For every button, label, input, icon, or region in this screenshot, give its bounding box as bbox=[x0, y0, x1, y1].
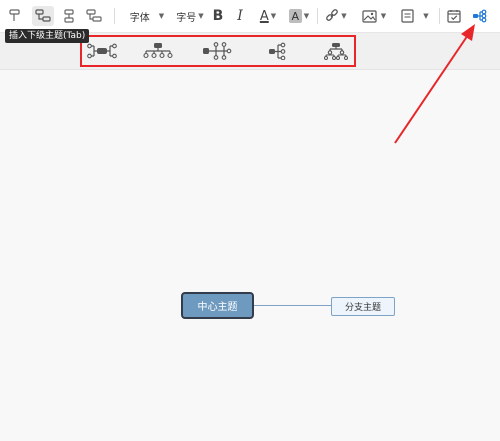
italic-button[interactable]: I bbox=[234, 6, 246, 26]
task-check-icon bbox=[447, 10, 461, 23]
task-button[interactable] bbox=[446, 6, 462, 26]
insert-subtopic-icon bbox=[35, 9, 51, 22]
highlight-color-button[interactable]: A ▼ bbox=[286, 6, 312, 26]
bold-icon: B bbox=[212, 8, 224, 24]
layout-options-highlight bbox=[80, 35, 356, 67]
chevron-down-icon: ▼ bbox=[198, 11, 204, 20]
image-button[interactable]: ▼ bbox=[359, 6, 389, 26]
note-button[interactable]: ▼ bbox=[398, 6, 432, 26]
branch-topic-node[interactable]: 分支主题 bbox=[331, 297, 395, 316]
insert-sibling-topic-button[interactable] bbox=[60, 6, 78, 26]
insert-parent-topic-icon bbox=[86, 9, 102, 22]
highlight-letter: A bbox=[291, 9, 300, 23]
font-size-label: 字号 bbox=[176, 12, 197, 24]
link-icon bbox=[326, 9, 339, 21]
center-topic-node[interactable]: 中心主题 bbox=[181, 292, 254, 319]
toolbar-divider bbox=[317, 8, 318, 24]
layout-option-logic-right[interactable] bbox=[260, 39, 296, 63]
insert-subtopic-tooltip: 插入下级主题(Tab) bbox=[5, 29, 90, 43]
font-family-select[interactable]: 字体 ▼ bbox=[126, 6, 168, 26]
bold-button[interactable]: B bbox=[211, 6, 225, 26]
chevron-down-icon: ▼ bbox=[158, 11, 165, 20]
layout-option-mind-map[interactable] bbox=[84, 39, 120, 63]
link-button[interactable]: ▼ bbox=[322, 6, 350, 26]
center-topic-label: 中心主题 bbox=[197, 302, 238, 313]
font-color-letter: A bbox=[259, 8, 269, 24]
note-icon bbox=[401, 9, 414, 23]
font-family-label: 字体 bbox=[129, 12, 150, 24]
tree-layout-icon bbox=[203, 42, 232, 60]
layout-option-org-chart-down[interactable] bbox=[318, 39, 354, 63]
toolbar-divider bbox=[114, 8, 115, 24]
font-color-icon: A bbox=[260, 10, 269, 23]
org-chart-layout-icon bbox=[143, 43, 173, 59]
insert-sibling-topic-icon bbox=[64, 9, 74, 23]
insert-subtopic-button[interactable] bbox=[32, 6, 54, 26]
font-size-select[interactable]: 字号 ▼ bbox=[174, 6, 206, 26]
insert-topic-icon bbox=[9, 9, 20, 21]
highlight-icon: A bbox=[288, 9, 302, 23]
italic-icon: I bbox=[237, 8, 243, 24]
chevron-down-icon: ▼ bbox=[380, 11, 387, 20]
chevron-down-icon: ▼ bbox=[270, 11, 277, 20]
image-icon bbox=[362, 9, 377, 23]
insert-parent-topic-button[interactable] bbox=[84, 6, 104, 26]
mind-map-layout-icon bbox=[87, 43, 117, 59]
structure-layout-button[interactable] bbox=[470, 6, 490, 26]
chevron-down-icon: ▼ bbox=[341, 11, 347, 20]
insert-topic-button[interactable] bbox=[8, 6, 24, 26]
chevron-down-icon: ▼ bbox=[303, 11, 310, 20]
chevron-down-icon: ▼ bbox=[423, 11, 429, 20]
branch-topic-label: 分支主题 bbox=[344, 303, 381, 313]
org-chart-down-layout-icon bbox=[324, 43, 348, 60]
layout-option-org-chart[interactable] bbox=[140, 39, 176, 63]
toolbar-divider bbox=[439, 8, 440, 24]
mind-map-canvas[interactable] bbox=[0, 70, 500, 441]
logic-right-layout-icon bbox=[269, 42, 286, 60]
structure-layout-icon bbox=[473, 9, 487, 23]
layout-option-tree[interactable] bbox=[200, 39, 236, 63]
font-color-button[interactable]: A ▼ bbox=[255, 6, 281, 26]
